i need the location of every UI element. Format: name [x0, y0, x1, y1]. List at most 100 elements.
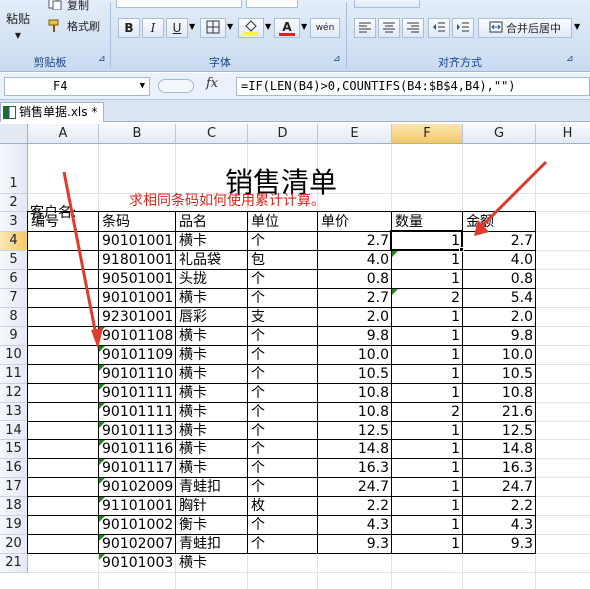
- table-cell[interactable]: 10.5: [318, 365, 392, 384]
- dialog-launcher-icon[interactable]: ⊿: [98, 54, 106, 64]
- table-cell[interactable]: 1: [392, 365, 463, 384]
- row-header-17[interactable]: 17: [0, 478, 28, 498]
- table-cell[interactable]: 1: [392, 327, 463, 346]
- header-cell[interactable]: 单位: [248, 212, 318, 232]
- table-cell[interactable]: 1: [392, 346, 463, 365]
- table-cell[interactable]: 90101113: [99, 422, 176, 441]
- table-cell[interactable]: 横卡: [176, 403, 248, 422]
- table-cell[interactable]: 1: [392, 478, 463, 497]
- column-header-h[interactable]: H: [536, 124, 590, 144]
- table-cell[interactable]: 16.3: [318, 459, 392, 478]
- chevron-down-icon[interactable]: ▼: [265, 22, 271, 31]
- table-cell[interactable]: 2.2: [318, 497, 392, 516]
- chevron-down-icon[interactable]: ▼: [574, 22, 580, 31]
- chevron-down-icon[interactable]: ▼: [301, 22, 307, 31]
- row-header-14[interactable]: 14: [0, 421, 28, 441]
- table-cell[interactable]: 90101116: [99, 440, 176, 459]
- table-cell[interactable]: 90101001: [99, 232, 176, 251]
- row-header-2[interactable]: 2: [0, 194, 28, 212]
- row-header-8[interactable]: 8: [0, 307, 28, 327]
- table-cell[interactable]: 个: [248, 232, 318, 251]
- align-right-button[interactable]: [402, 18, 424, 38]
- row-header-20[interactable]: 20: [0, 535, 28, 555]
- table-cell[interactable]: 个: [248, 327, 318, 346]
- bold-button[interactable]: B: [118, 18, 140, 38]
- table-cell[interactable]: 个: [248, 440, 318, 459]
- font-size-select[interactable]: [246, 0, 298, 8]
- header-cell[interactable]: 单价: [318, 212, 392, 232]
- table-cell[interactable]: 横卡: [176, 554, 248, 573]
- align-center-button[interactable]: [378, 18, 400, 38]
- table-cell[interactable]: 90101111: [99, 403, 176, 422]
- merge-center-button[interactable]: 合并后居中: [478, 18, 572, 38]
- formula-input[interactable]: =IF(LEN(B4)>0,COUNTIFS(B4:$B$4,B4),""): [236, 77, 590, 96]
- table-cell[interactable]: 2.0: [318, 308, 392, 327]
- row-header-7[interactable]: 7: [0, 288, 28, 308]
- row-header-5[interactable]: 5: [0, 250, 28, 270]
- table-cell[interactable]: 个: [248, 422, 318, 441]
- insert-function-button[interactable]: fx: [206, 76, 218, 91]
- row-header-21[interactable]: 21: [0, 554, 28, 574]
- table-cell[interactable]: 头拢: [176, 270, 248, 289]
- table-cell[interactable]: 胸针: [176, 497, 248, 516]
- phonetic-button[interactable]: wén: [310, 18, 340, 38]
- border-button[interactable]: [200, 18, 226, 38]
- table-cell[interactable]: 10.5: [463, 365, 536, 384]
- table-cell[interactable]: 唇彩: [176, 308, 248, 327]
- decrease-indent-button[interactable]: [428, 18, 450, 38]
- column-header-d[interactable]: D: [248, 124, 318, 144]
- table-cell[interactable]: 14.8: [318, 440, 392, 459]
- table-cell[interactable]: 90101003: [99, 554, 176, 573]
- table-cell[interactable]: 90101110: [99, 365, 176, 384]
- increase-indent-button[interactable]: [452, 18, 474, 38]
- table-cell[interactable]: 1: [392, 384, 463, 403]
- table-cell[interactable]: [248, 554, 318, 573]
- row-header-18[interactable]: 18: [0, 497, 28, 517]
- row-header-6[interactable]: 6: [0, 269, 28, 289]
- table-cell[interactable]: 横卡: [176, 232, 248, 251]
- row-header-3[interactable]: 3: [0, 212, 28, 232]
- table-cell[interactable]: 横卡: [176, 365, 248, 384]
- table-cell[interactable]: 1: [392, 270, 463, 289]
- copy-button[interactable]: 复制: [48, 0, 89, 13]
- table-cell[interactable]: 24.7: [463, 478, 536, 497]
- table-cell[interactable]: 5.4: [463, 289, 536, 308]
- table-cell[interactable]: 2.2: [463, 497, 536, 516]
- row-header-4[interactable]: 4: [0, 232, 28, 251]
- table-cell[interactable]: 90101109: [99, 346, 176, 365]
- table-cell[interactable]: 90101111: [99, 384, 176, 403]
- table-cell[interactable]: 个: [248, 516, 318, 535]
- column-header-g[interactable]: G: [463, 124, 536, 144]
- table-cell[interactable]: 12.5: [318, 422, 392, 441]
- select-all-corner[interactable]: [0, 124, 28, 144]
- table-cell[interactable]: 9.8: [463, 327, 536, 346]
- table-cell[interactable]: 横卡: [176, 346, 248, 365]
- fill-handle[interactable]: [459, 246, 464, 252]
- table-cell[interactable]: 横卡: [176, 327, 248, 346]
- table-cell[interactable]: 个: [248, 346, 318, 365]
- table-cell[interactable]: 2.7: [318, 289, 392, 308]
- table-cell[interactable]: 1: [392, 535, 463, 554]
- table-cell[interactable]: 个: [248, 270, 318, 289]
- column-header-e[interactable]: E: [318, 124, 392, 144]
- table-cell[interactable]: 90102009: [99, 478, 176, 497]
- column-header-b[interactable]: B: [99, 124, 176, 144]
- table-cell[interactable]: 10.8: [463, 384, 536, 403]
- table-cell[interactable]: [392, 554, 463, 573]
- table-cell[interactable]: 1: [392, 251, 463, 270]
- chevron-down-icon[interactable]: ▼: [189, 22, 195, 31]
- formula-bar-resize-handle[interactable]: [158, 79, 194, 93]
- table-cell[interactable]: 横卡: [176, 459, 248, 478]
- table-cell[interactable]: 2.7: [318, 232, 392, 251]
- table-cell[interactable]: 10.8: [318, 384, 392, 403]
- table-cell[interactable]: 1: [392, 308, 463, 327]
- table-cell[interactable]: 2: [392, 289, 463, 308]
- column-header-f[interactable]: F: [392, 124, 463, 144]
- table-cell[interactable]: 个: [248, 478, 318, 497]
- table-cell[interactable]: 90101108: [99, 327, 176, 346]
- table-cell[interactable]: 个: [248, 289, 318, 308]
- table-cell[interactable]: 10.0: [318, 346, 392, 365]
- table-cell[interactable]: 个: [248, 459, 318, 478]
- table-cell[interactable]: 9.8: [318, 327, 392, 346]
- table-cell[interactable]: 90101117: [99, 459, 176, 478]
